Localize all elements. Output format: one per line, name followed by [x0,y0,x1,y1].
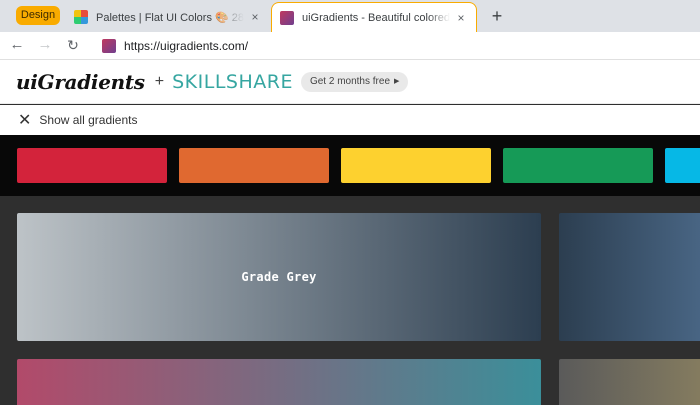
browser-tab-strip: Design Palettes | Flat UI Colors 🎨 280 h… [0,0,700,32]
flat-ui-favicon-icon [74,10,88,24]
url-text: https://uigradients.com/ [124,39,249,53]
gradient-name: Grade Grey [241,270,317,284]
uigradients-favicon-icon [280,10,294,25]
color-swatch-green[interactable] [503,148,653,183]
skillshare-logo[interactable]: SKILLSHARE [172,71,293,93]
tab-flat-ui-colors[interactable]: Palettes | Flat UI Colors 🎨 280 h × [66,2,270,32]
back-arrow-icon[interactable]: ← [6,34,28,56]
tab-group-chip[interactable]: Design [16,6,60,25]
promo-button[interactable]: Get 2 months free ▶ [300,71,409,92]
close-icon: ✕ [18,112,32,129]
color-filter-strip [0,135,700,196]
plus-sign: + [154,72,165,90]
gradient-grid: Grade Grey [0,196,700,405]
reload-icon[interactable]: ↻ [62,34,84,56]
close-icon[interactable]: × [454,11,468,25]
tab-uigradients[interactable]: uiGradients - Beautiful colored g × [271,2,477,32]
play-arrow-icon: ▶ [394,77,400,85]
site-header: uiGradients + SKILLSHARE Get 2 months fr… [0,60,700,104]
gradient-card[interactable]: Grade Grey [17,213,541,341]
show-all-gradients-button[interactable]: ✕ Show all gradients [0,105,700,135]
new-tab-button[interactable]: + [486,5,508,27]
show-all-label: Show all gradients [39,113,138,127]
forward-arrow-icon[interactable]: → [34,34,56,56]
color-swatch-red[interactable] [17,148,167,183]
promo-label: Get 2 months free [309,75,391,87]
site-favicon-icon [102,39,116,53]
tab-title: uiGradients - Beautiful colored g [302,11,450,24]
browser-toolbar: ← → ↻ https://uigradients.com/ [0,32,700,60]
color-swatch-blue[interactable] [665,148,700,183]
gradient-card[interactable] [559,213,700,341]
address-bar[interactable]: https://uigradients.com/ [96,35,696,57]
color-swatch-yellow[interactable] [341,148,491,183]
gradient-card[interactable] [17,359,541,405]
color-swatch-orange[interactable] [179,148,329,183]
gradient-card[interactable] [559,359,700,405]
close-icon[interactable]: × [248,10,262,24]
tab-title: Palettes | Flat UI Colors 🎨 280 h [96,11,244,24]
uigradients-logo[interactable]: uiGradients [16,70,145,94]
